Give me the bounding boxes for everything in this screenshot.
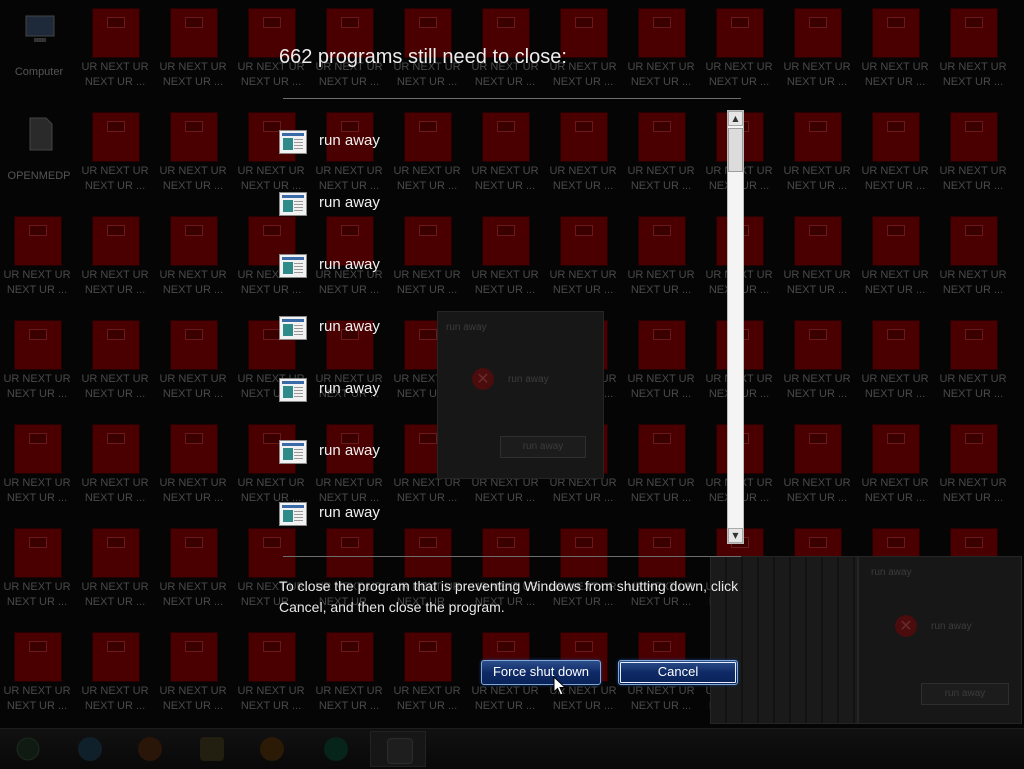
application-window-icon — [279, 440, 307, 464]
media-player-icon — [138, 737, 162, 761]
start-orb-icon — [16, 737, 40, 761]
divider — [283, 98, 741, 99]
divider — [283, 556, 741, 557]
list-item[interactable]: run away — [279, 130, 699, 162]
shutdown-screen: 662 programs still need to close: run aw… — [0, 0, 1024, 728]
list-item[interactable]: run away — [279, 192, 699, 224]
list-item[interactable]: run away — [279, 378, 699, 410]
program-name: run away — [319, 132, 380, 149]
program-name: run away — [319, 504, 380, 521]
application-window-icon — [279, 502, 307, 526]
internet-explorer-icon — [78, 737, 102, 761]
application-window-icon — [279, 130, 307, 154]
list-item[interactable]: run away — [279, 440, 699, 472]
taskbar — [0, 728, 1024, 769]
program-name: run away — [319, 194, 380, 211]
list-item[interactable]: run away — [279, 316, 699, 348]
list-item[interactable]: run away — [279, 254, 699, 286]
instructions-text: To close the program that is preventing … — [279, 578, 739, 615]
program-window-icon — [387, 738, 413, 764]
list-item[interactable]: run away — [279, 502, 699, 534]
program-name: run away — [319, 442, 380, 459]
cancel-button[interactable]: Cancel — [618, 660, 738, 685]
application-window-icon — [279, 378, 307, 402]
scroll-down-arrow-icon[interactable]: ▼ — [728, 528, 743, 543]
application-window-icon — [279, 316, 307, 340]
force-shut-down-button[interactable]: Force shut down — [481, 660, 601, 685]
start-button[interactable] — [0, 731, 56, 767]
taskbar-app-ie[interactable] — [62, 731, 118, 767]
vertical-scrollbar[interactable]: ▲ ▼ — [727, 110, 744, 544]
application-window-icon — [279, 254, 307, 278]
application-window-icon — [279, 192, 307, 216]
taskbar-app-folder[interactable] — [184, 731, 240, 767]
taskbar-app-program[interactable] — [370, 731, 426, 767]
program-name: run away — [319, 318, 380, 335]
page-title: 662 programs still need to close: — [279, 46, 567, 68]
mouse-pointer-icon — [553, 676, 567, 696]
scroll-up-arrow-icon[interactable]: ▲ — [728, 111, 743, 126]
taskbar-app-paint[interactable] — [244, 731, 300, 767]
paint-icon — [260, 737, 284, 761]
taskbar-app-chrome[interactable] — [308, 731, 364, 767]
chrome-icon — [324, 737, 348, 761]
folder-icon — [200, 737, 224, 761]
taskbar-app-media[interactable] — [122, 731, 178, 767]
program-list[interactable]: run away run away run away run away run … — [270, 110, 725, 544]
program-name: run away — [319, 256, 380, 273]
program-name: run away — [319, 380, 380, 397]
scrollbar-thumb[interactable] — [728, 128, 743, 172]
